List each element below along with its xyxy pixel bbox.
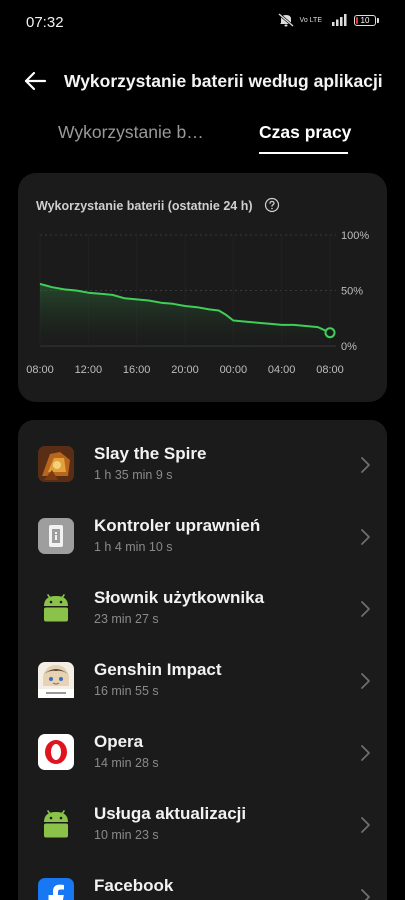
android-icon	[38, 806, 74, 842]
app-row-slay-the-spire[interactable]: Slay the Spire 1 h 35 min 9 s	[18, 428, 387, 500]
y-tick-label: 50%	[341, 286, 363, 298]
app-name: Kontroler uprawnień	[94, 516, 261, 535]
chevron-right-icon	[361, 673, 370, 689]
tab-screen-time[interactable]: Czas pracy	[259, 122, 351, 143]
opera-icon	[38, 734, 74, 770]
android-icon	[38, 590, 74, 626]
app-usage-time: 1 h 35 min 9 s	[94, 468, 173, 482]
volte-label: Vo LTE	[299, 16, 322, 24]
permission-controller-icon	[38, 518, 74, 554]
battery-fill	[356, 16, 358, 24]
app-list: Slay the Spire 1 h 35 min 9 s Kontroler up…	[18, 420, 387, 900]
battery-icon: 10	[354, 14, 379, 26]
app-usage-time: 1 h 4 min 10 s	[94, 540, 173, 554]
status-icons: Vo LTE 10	[277, 13, 379, 27]
active-tab-indicator	[259, 152, 348, 154]
app-usage-time: 23 min 27 s	[94, 612, 159, 626]
genshin-impact-icon	[38, 662, 74, 698]
facebook-icon	[38, 878, 74, 900]
app-row-slownik-uzytkownika[interactable]: Słownik użytkownika 23 min 27 s	[18, 572, 387, 644]
app-row-genshin-impact[interactable]: Genshin Impact 16 min 55 s	[18, 644, 387, 716]
app-name: Genshin Impact	[94, 660, 222, 679]
arrow-left-icon[interactable]	[22, 68, 48, 94]
app-name: Facebook	[94, 876, 174, 895]
app-row-opera[interactable]: Opera 14 min 28 s	[18, 716, 387, 788]
x-tick-label: 20:00	[171, 364, 199, 376]
slay-the-spire-icon	[38, 446, 74, 482]
chevron-right-icon	[361, 529, 370, 545]
app-row-usluga-aktualizacji[interactable]: Usługa aktualizacji 10 min 23 s	[18, 788, 387, 860]
x-tick-label: 12:00	[75, 364, 103, 376]
x-tick-label: 00:00	[220, 364, 248, 376]
app-usage-time: 16 min 55 s	[94, 684, 159, 698]
tab-battery-usage[interactable]: Wykorzystanie b…	[58, 122, 204, 143]
app-row-kontroler-uprawnien[interactable]: Kontroler uprawnień 1 h 4 min 10 s	[18, 500, 387, 572]
chevron-right-icon	[361, 889, 370, 900]
lte-signal-icon	[332, 14, 347, 26]
x-tick-label: 16:00	[123, 364, 151, 376]
x-tick-label: 08:00	[316, 364, 344, 376]
app-name: Usługa aktualizacji	[94, 804, 247, 823]
y-tick-label: 100%	[341, 230, 369, 242]
x-tick-label: 08:00	[26, 364, 54, 376]
app-usage-time: 10 min 23 s	[94, 828, 159, 842]
battery-usage-chart: 0% 50% 100% 08:00 12:00 16:00 20:00 00:00 04:00 0…	[26, 230, 369, 376]
app-bar: Wykorzystanie baterii według aplikacji	[0, 58, 405, 102]
tab-bar: Wykorzystanie b… Czas pracy	[0, 112, 405, 162]
x-tick-label: 04:00	[268, 364, 296, 376]
status-bar: 07:32 Vo LTE 10	[0, 0, 405, 44]
mute-icon	[277, 13, 294, 27]
y-tick-label: 0%	[341, 341, 357, 353]
app-row-facebook[interactable]: Facebook	[18, 860, 387, 900]
battery-percent: 10	[360, 15, 370, 25]
current-battery-point	[324, 327, 336, 339]
app-name: Słownik użytkownika	[94, 588, 265, 607]
app-usage-time: 14 min 28 s	[94, 756, 159, 770]
chevron-right-icon	[361, 745, 370, 761]
status-time: 07:32	[26, 14, 64, 31]
battery-chart-card: Wykorzystanie baterii (ostatnie 24 h) 0%…	[18, 173, 387, 402]
page-title: Wykorzystanie baterii według aplikacji	[64, 71, 383, 91]
chevron-right-icon	[361, 457, 370, 473]
chevron-right-icon	[361, 817, 370, 833]
chevron-right-icon	[361, 601, 370, 617]
app-name: Opera	[94, 732, 144, 751]
app-name: Slay the Spire	[94, 444, 207, 463]
volte-icon: Vo LTE	[300, 17, 322, 24]
